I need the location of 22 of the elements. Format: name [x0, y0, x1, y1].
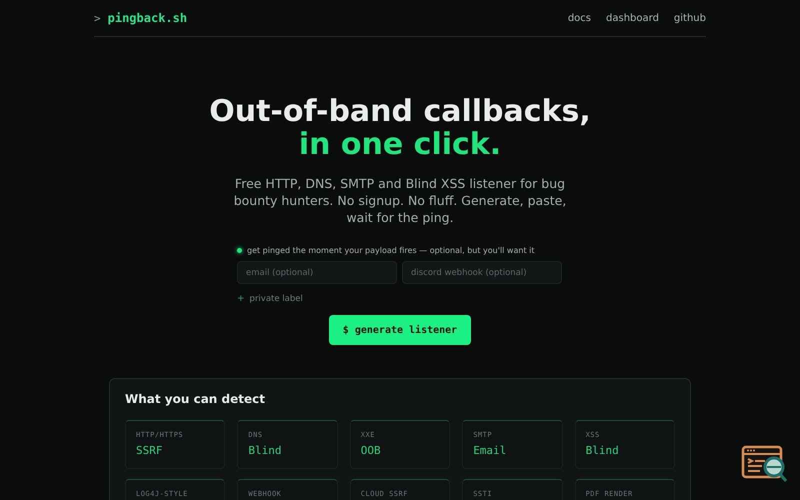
generate-button[interactable]: $ generate listener: [329, 315, 471, 345]
nav-link[interactable]: dashboard: [606, 12, 659, 24]
tile-value: SSRF: [136, 444, 164, 457]
hero-subtitle: Free HTTP, DNS, SMTP and Blind XSS listener for bug bounty hunters. No signup. No fluff. Generate, paste, wait for the ping.: [232, 175, 568, 226]
notify-note: get pinged the moment your payload fires — optional, but you'll want it: [247, 246, 534, 255]
hero-title: Out-of-band callbacks,: [209, 95, 591, 128]
status-dot-icon: [237, 248, 242, 253]
nav-link[interactable]: github: [674, 12, 706, 24]
plus-icon: +: [237, 294, 245, 304]
input-field[interactable]: email (optional): [237, 261, 397, 284]
tile-value: Email: [473, 444, 508, 457]
prompt-symbol: >: [94, 12, 101, 24]
card-title: What you can detect: [125, 392, 266, 406]
logo[interactable]: pingback.sh: [108, 11, 188, 25]
tile-value: OOB: [360, 444, 382, 457]
browser-search-icon[interactable]: [741, 444, 789, 484]
tile-value: Blind: [248, 444, 283, 457]
private-label-link[interactable]: private label: [250, 294, 303, 304]
tile-value: Blind: [586, 444, 620, 457]
hero-highlight: in one click.: [298, 128, 502, 161]
input-field[interactable]: discord webhook (optional): [402, 261, 562, 284]
nav-link[interactable]: docs: [568, 12, 592, 24]
